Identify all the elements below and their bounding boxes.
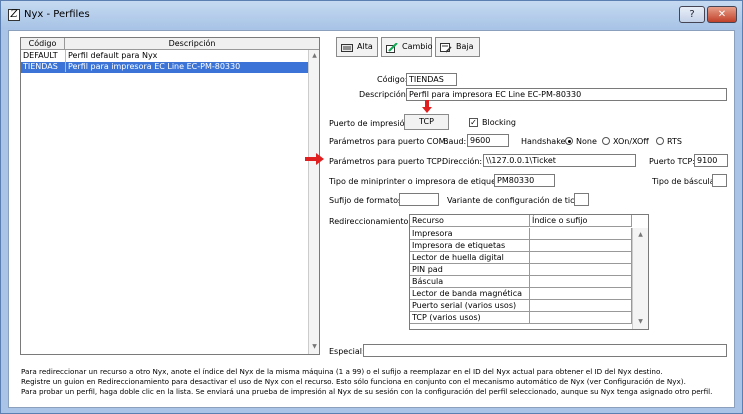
profile-code: TIENDAS: [23, 62, 58, 71]
handshake-xon-radio[interactable]: [602, 137, 610, 145]
tcp-params-label: Parámetros para puerto TCP:: [329, 157, 445, 166]
table-row: Impresora: [410, 228, 530, 240]
profiles-list[interactable]: Código Descripción DEFAULT Perfil defaul…: [20, 37, 320, 355]
com-params-label: Parámetros para puerto COM:: [329, 137, 449, 146]
scroll-down-icon[interactable]: ▼: [310, 342, 319, 351]
edit-icon: [386, 41, 398, 53]
handshake-rts-label: RTS: [667, 137, 682, 146]
redirect-value-cell[interactable]: [530, 240, 632, 252]
redirect-value-cell[interactable]: [530, 312, 632, 324]
app-icon: Z: [8, 9, 20, 21]
redirect-scrollbar[interactable]: ▲ ▼: [632, 228, 648, 329]
scroll-up-icon[interactable]: ▲: [636, 230, 645, 239]
direccion-label: Dirección:: [442, 157, 483, 166]
redirect-value-cell[interactable]: [530, 300, 632, 312]
variante-label: Variante de configuración de ticket:: [447, 196, 590, 205]
table-row: Impresora de etiquetas: [410, 240, 530, 252]
handshake-rts-radio[interactable]: [656, 137, 664, 145]
annotation-arrow-right-icon: [305, 153, 325, 167]
redirect-value-cell[interactable]: [530, 276, 632, 288]
profile-description: Perfil para impresora EC Line EC-PM-8033…: [68, 62, 241, 71]
descripcion-label: Descripción:: [359, 90, 409, 99]
cambio-label: Cambio: [402, 42, 433, 51]
handshake-xon-label: XOn/XOff: [613, 137, 649, 146]
table-row: PIN pad: [410, 264, 530, 276]
redirect-table[interactable]: Recurso Índice o sufijo Impresora Impres…: [409, 214, 649, 330]
client-area: Código Descripción DEFAULT Perfil defaul…: [8, 30, 735, 408]
redirect-value-cell[interactable]: [530, 288, 632, 300]
profile-code: DEFAULT: [23, 51, 58, 60]
redirect-value-cell[interactable]: [530, 252, 632, 264]
baja-button[interactable]: Baja: [435, 37, 480, 57]
sufijo-label: Sufijo de formatos:: [329, 196, 405, 205]
table-row: Puerto serial (varios usos): [410, 300, 530, 312]
help-text-line-2: Registre un guion en Redireccionamiento …: [21, 377, 686, 386]
handshake-none-radio[interactable]: [565, 137, 573, 145]
blocking-label: Blocking: [482, 118, 517, 127]
puerto-tcp-button[interactable]: TCP: [404, 114, 449, 130]
table-row: Báscula: [410, 276, 530, 288]
window-title: Nyx - Perfiles: [24, 9, 90, 20]
direccion-field[interactable]: \\127.0.0.1\Ticket: [483, 154, 636, 167]
especial-label: Especial:: [329, 347, 365, 356]
puerto-tcp-label: Puerto TCP:: [649, 157, 696, 166]
redirect-header-recurso: Recurso: [410, 215, 530, 227]
close-button[interactable]: ✕: [707, 6, 737, 23]
table-row: Lector de banda magnética: [410, 288, 530, 300]
tipo-bascula-field[interactable]: [712, 174, 727, 187]
profile-description: Perfil default para Nyx: [68, 51, 158, 60]
baud-label: Baud:: [443, 137, 467, 146]
add-record-icon: [341, 42, 353, 52]
window: Z Nyx - Perfiles ? ✕ Código Descripción …: [0, 0, 743, 414]
alta-label: Alta: [357, 42, 373, 51]
title-bar[interactable]: Z Nyx - Perfiles ? ✕: [1, 1, 742, 29]
help-button[interactable]: ?: [679, 6, 705, 23]
descripcion-field[interactable]: Perfil para impresora EC Line EC-PM-8033…: [406, 88, 727, 101]
help-text-line-3: Para probar un perfil, haga doble clic e…: [21, 387, 713, 396]
codigo-label: Código:: [377, 75, 408, 84]
baud-field[interactable]: 9600: [467, 134, 509, 147]
variante-field[interactable]: [574, 193, 589, 206]
tipo-mini-field[interactable]: PM80330: [494, 174, 555, 187]
baja-label: Baja: [456, 42, 474, 51]
puerto-impresion-label: Puerto de impresión:: [329, 119, 413, 128]
sufijo-field[interactable]: [399, 193, 439, 206]
table-row: TCP (varios usos): [410, 312, 530, 324]
cambio-button[interactable]: Cambio: [381, 37, 432, 57]
tipo-mini-label: Tipo de miniprinter o impresora de etiqu…: [329, 177, 511, 186]
especial-field[interactable]: [363, 344, 727, 357]
puerto-tcp-field[interactable]: 9100: [694, 154, 728, 167]
column-header-codigo[interactable]: Código: [21, 38, 65, 50]
handshake-label: Handshake:: [521, 137, 569, 146]
delete-record-icon: [440, 42, 452, 53]
tipo-bascula-label: Tipo de báscula:: [652, 177, 718, 186]
redirect-label: Redireccionamiento:: [329, 217, 412, 226]
scroll-up-icon[interactable]: ▲: [310, 51, 319, 60]
handshake-none-label: None: [576, 137, 597, 146]
list-scrollbar[interactable]: ▲ ▼: [308, 50, 319, 354]
list-header: Código Descripción: [21, 38, 319, 50]
redirect-value-cell[interactable]: [530, 264, 632, 276]
help-text-line-1: Para redireccionar un recurso a otro Nyx…: [21, 367, 663, 376]
scroll-down-icon[interactable]: ▼: [636, 317, 645, 326]
redirect-value-cell[interactable]: [530, 228, 632, 240]
alta-button[interactable]: Alta: [336, 37, 378, 57]
redirect-header-indice: Índice o sufijo: [530, 215, 632, 227]
codigo-field[interactable]: TIENDAS: [406, 73, 457, 86]
column-divider: [65, 50, 66, 72]
table-row: Lector de huella digital: [410, 252, 530, 264]
blocking-checkbox[interactable]: ✓: [469, 118, 478, 127]
column-header-descripcion[interactable]: Descripción: [65, 38, 319, 50]
